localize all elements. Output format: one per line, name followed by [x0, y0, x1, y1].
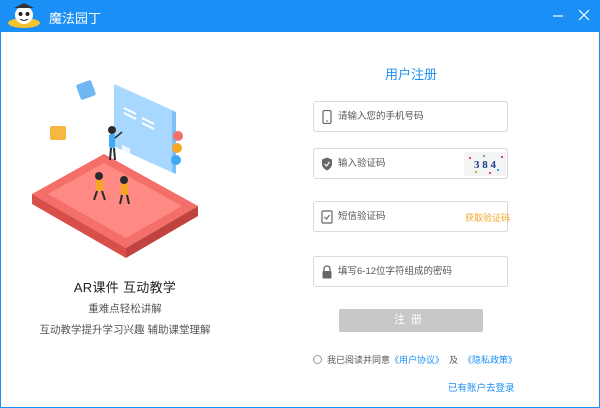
shield-icon	[322, 157, 332, 171]
sms-field: 获取验证码	[313, 201, 510, 232]
form-title: 用户注册	[384, 67, 437, 82]
app-title: 魔法园丁	[49, 11, 102, 26]
user-agreement-link[interactable]: 《用户协议》	[390, 355, 444, 365]
phone-field	[313, 101, 508, 132]
lock-icon	[322, 265, 332, 279]
close-icon[interactable]	[575, 6, 593, 24]
sms-input[interactable]	[338, 202, 458, 231]
register-button[interactable]: 注册	[339, 309, 483, 332]
classroom-illustration	[32, 80, 198, 258]
get-sms-code-button[interactable]: 获取验证码	[465, 211, 510, 224]
hero-subtitle-1: 重难点轻松讲解	[88, 303, 162, 315]
title-bar: 魔法园丁	[0, 0, 600, 32]
privacy-policy-link[interactable]: 《隐私政策》	[463, 355, 517, 365]
hero-subtitle-2: 互动教学提升学习兴趣 辅助课堂理解	[39, 324, 211, 336]
captcha-image[interactable]: 3 8 4	[464, 152, 506, 176]
password-field	[313, 256, 508, 287]
minimize-icon[interactable]	[549, 6, 567, 24]
app-logo	[8, 3, 40, 28]
agree-radio[interactable]	[313, 355, 322, 364]
phone-input[interactable]	[338, 102, 503, 131]
message-check-icon	[321, 210, 333, 224]
captcha-text: 3 8 4	[474, 159, 497, 171]
password-input[interactable]	[338, 257, 503, 286]
captcha-input[interactable]	[338, 149, 458, 178]
phone-icon	[322, 110, 332, 124]
agreement-text: 我已阅读并同意	[327, 355, 391, 365]
agreement-row: 我已阅读并同意《用户协议》及《隐私政策》	[313, 353, 517, 365]
captcha-field: 3 8 4	[313, 148, 508, 179]
hero-title: AR课件 互动教学	[73, 280, 177, 295]
agreement-and: 及	[449, 355, 459, 365]
login-link[interactable]: 已有账户去登录	[448, 380, 515, 394]
